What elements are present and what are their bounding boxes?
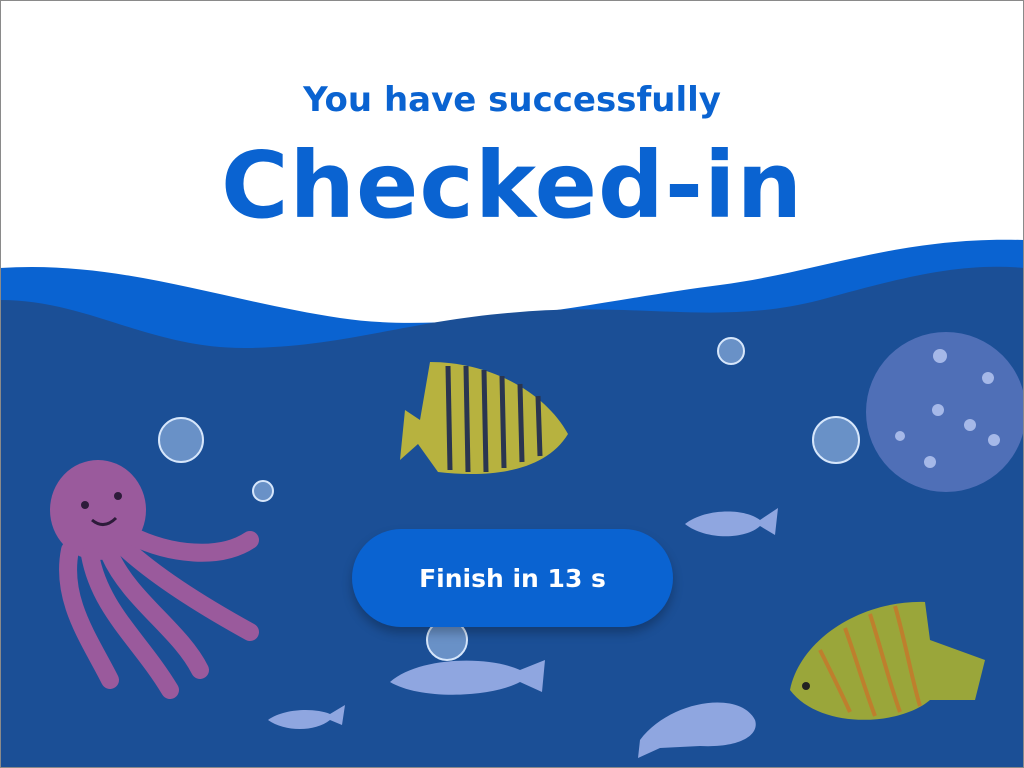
pufferfish-icon xyxy=(866,332,1024,492)
finish-button[interactable]: Finish in 13 s xyxy=(352,529,673,627)
checkin-subtitle: You have successfully xyxy=(303,80,721,120)
checkin-title: Checked-in xyxy=(220,132,804,239)
